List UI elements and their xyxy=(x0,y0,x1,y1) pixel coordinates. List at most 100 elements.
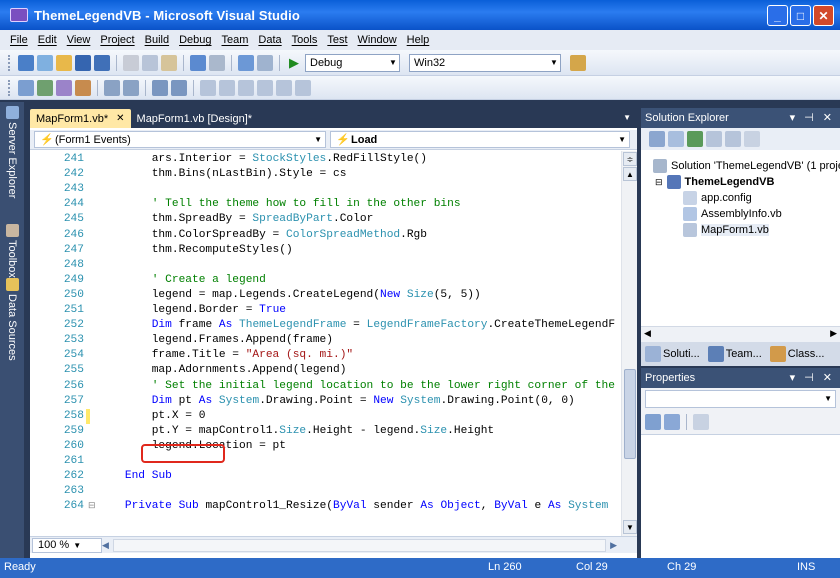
scroll-up-icon[interactable]: ▲ xyxy=(623,167,637,181)
code-line[interactable]: 260 legend.Location = pt xyxy=(30,439,620,454)
quick-info-icon[interactable] xyxy=(56,79,72,96)
tree-item-file[interactable]: AssemblyInfo.vb xyxy=(653,206,840,222)
bookmark-previous-folder-icon[interactable] xyxy=(257,79,273,96)
solution-explorer-hscrollbar[interactable]: ◀ ▶ xyxy=(641,326,840,342)
vertical-scrollbar[interactable]: ≑ ▲ ▼ xyxy=(621,151,637,536)
data-sources-tab[interactable]: Data Sources xyxy=(3,278,21,361)
menu-team[interactable]: Team xyxy=(217,34,254,46)
bookmark-previous-icon[interactable] xyxy=(219,79,235,96)
menu-edit[interactable]: Edit xyxy=(33,34,62,46)
code-line[interactable]: 246 thm.ColorSpreadBy = ColorSpreadMetho… xyxy=(30,228,620,243)
increase-indent-icon[interactable] xyxy=(123,79,139,96)
decrease-indent-icon[interactable] xyxy=(104,79,120,96)
comment-out-icon[interactable] xyxy=(152,79,168,96)
collapse-icon[interactable]: ⊟ xyxy=(655,177,663,188)
scroll-left-icon[interactable]: ◀ xyxy=(102,540,109,551)
property-pages-icon[interactable] xyxy=(693,414,709,430)
toolbar-grip[interactable] xyxy=(8,79,11,96)
tree-item-project[interactable]: ⊟ ThemeLegendVB xyxy=(653,174,840,190)
open-file-icon[interactable] xyxy=(56,54,72,71)
word-completion-icon[interactable] xyxy=(75,79,91,96)
menu-data[interactable]: Data xyxy=(253,34,286,46)
code-line[interactable]: 251 legend.Border = True xyxy=(30,303,620,318)
paste-icon[interactable] xyxy=(161,54,177,71)
panel-pin-close-icons[interactable]: ▾ ⊣ ✕ xyxy=(790,111,835,124)
bookmark-next-icon[interactable] xyxy=(238,79,254,96)
new-project-icon[interactable] xyxy=(18,54,34,71)
menu-debug[interactable]: Debug xyxy=(174,34,216,46)
code-line[interactable]: 249 ' Create a legend xyxy=(30,273,620,288)
code-line[interactable]: 257 Dim pt As System.Drawing.Point = New… xyxy=(30,394,620,409)
scroll-down-icon[interactable]: ▼ xyxy=(623,520,637,534)
collapse-icon[interactable]: ⊟ xyxy=(88,499,96,514)
code-line[interactable]: 262 End Sub xyxy=(30,469,620,484)
alphabetical-icon[interactable] xyxy=(664,414,680,430)
scroll-thumb[interactable] xyxy=(624,369,636,459)
refresh-icon[interactable] xyxy=(687,131,703,147)
save-all-icon[interactable] xyxy=(94,54,110,71)
menu-tools[interactable]: Tools xyxy=(287,34,323,46)
display-object-members-icon[interactable] xyxy=(18,79,34,96)
undo-icon[interactable] xyxy=(190,54,206,71)
code-line[interactable]: 255 map.Adornments.Append(legend) xyxy=(30,363,620,378)
parameter-info-icon[interactable] xyxy=(37,79,53,96)
code-line[interactable]: 241 ars.Interior = StockStyles.RedFillSt… xyxy=(30,152,620,167)
panel-pin-close-icons[interactable]: ▾ ⊣ ✕ xyxy=(790,371,835,384)
code-line[interactable]: 259 pt.Y = mapControl1.Size.Height - leg… xyxy=(30,424,620,439)
code-line[interactable]: 252 Dim frame As ThemeLegendFrame = Lege… xyxy=(30,318,620,333)
menu-project[interactable]: Project xyxy=(95,34,139,46)
code-line[interactable]: 261 xyxy=(30,454,620,469)
start-debugging-icon[interactable]: ▶ xyxy=(286,55,302,71)
code-line[interactable]: 264 Private Sub mapControl1_Resize(ByVal… xyxy=(30,499,620,514)
toolbox-tab[interactable]: Toolbox xyxy=(3,224,21,278)
categorized-icon[interactable] xyxy=(645,414,661,430)
code-line[interactable]: 253 legend.Frames.Append(frame) xyxy=(30,333,620,348)
method-name-select[interactable]: ⚡ Load ▼ xyxy=(330,131,630,148)
find-icon[interactable] xyxy=(570,54,586,71)
server-explorer-tab[interactable]: Server Explorer xyxy=(3,106,21,198)
navigate-forward-icon[interactable] xyxy=(257,54,273,71)
navigate-backward-icon[interactable] xyxy=(238,54,254,71)
copy-icon[interactable] xyxy=(142,54,158,71)
code-line[interactable]: 244 ' Tell the theme how to fill in the … xyxy=(30,197,620,212)
code-line[interactable]: 254 frame.Title = "Area (sq. mi.)" xyxy=(30,348,620,363)
class-name-select[interactable]: ⚡ (Form1 Events) ▼ xyxy=(34,131,326,148)
code-text-area[interactable]: 241 ars.Interior = StockStyles.RedFillSt… xyxy=(30,151,620,536)
properties-object-select[interactable]: ▼ xyxy=(645,390,836,408)
menu-window[interactable]: Window xyxy=(353,34,402,46)
tab-mapform1-design[interactable]: MapForm1.vb [Design]* xyxy=(131,109,259,128)
code-line[interactable]: 247 thm.RecomputeStyles() xyxy=(30,243,620,258)
clear-bookmarks-icon[interactable] xyxy=(295,79,311,96)
toolbar-grip[interactable] xyxy=(8,54,11,71)
code-line[interactable]: 245 thm.SpreadBy = SpreadByPart.Color xyxy=(30,212,620,227)
tab-solution-explorer[interactable]: Soluti... xyxy=(645,346,700,362)
tree-item-solution[interactable]: Solution 'ThemeLegendVB' (1 project xyxy=(653,158,840,174)
code-line[interactable]: 256 ' Set the initial legend location to… xyxy=(30,379,620,394)
cut-icon[interactable] xyxy=(123,54,139,71)
save-icon[interactable] xyxy=(75,54,91,71)
code-line[interactable]: 250 legend = map.Legends.CreateLegend(Ne… xyxy=(30,288,620,303)
code-line[interactable]: 258 pt.X = 0 xyxy=(30,408,620,424)
class-diagram-icon[interactable] xyxy=(744,131,760,147)
show-all-files-icon[interactable] xyxy=(668,131,684,147)
code-line[interactable]: 248 xyxy=(30,258,620,273)
redo-icon[interactable] xyxy=(209,54,225,71)
tab-team-explorer[interactable]: Team... xyxy=(707,346,762,362)
code-line[interactable]: 243 xyxy=(30,182,620,197)
bookmark-toggle-icon[interactable] xyxy=(200,79,216,96)
bookmark-next-folder-icon[interactable] xyxy=(276,79,292,96)
menu-help[interactable]: Help xyxy=(402,34,435,46)
tab-class-view[interactable]: Class... xyxy=(769,346,824,362)
zoom-select[interactable]: 100 % ▼ xyxy=(32,537,102,553)
properties-icon[interactable] xyxy=(649,131,665,147)
scroll-left-icon[interactable]: ◀ xyxy=(644,328,651,339)
code-line[interactable]: 263 xyxy=(30,484,620,499)
solution-configuration-select[interactable]: Debug ▼ xyxy=(305,53,400,72)
add-item-icon[interactable] xyxy=(37,54,53,71)
tab-mapform1-vb[interactable]: MapForm1.vb* ✕ xyxy=(30,109,131,128)
properties-grid[interactable] xyxy=(641,434,840,558)
horizontal-scrollbar[interactable] xyxy=(112,538,607,552)
menu-build[interactable]: Build xyxy=(140,34,174,46)
menu-view[interactable]: View xyxy=(62,34,96,46)
scroll-right-icon[interactable]: ▶ xyxy=(830,328,837,339)
